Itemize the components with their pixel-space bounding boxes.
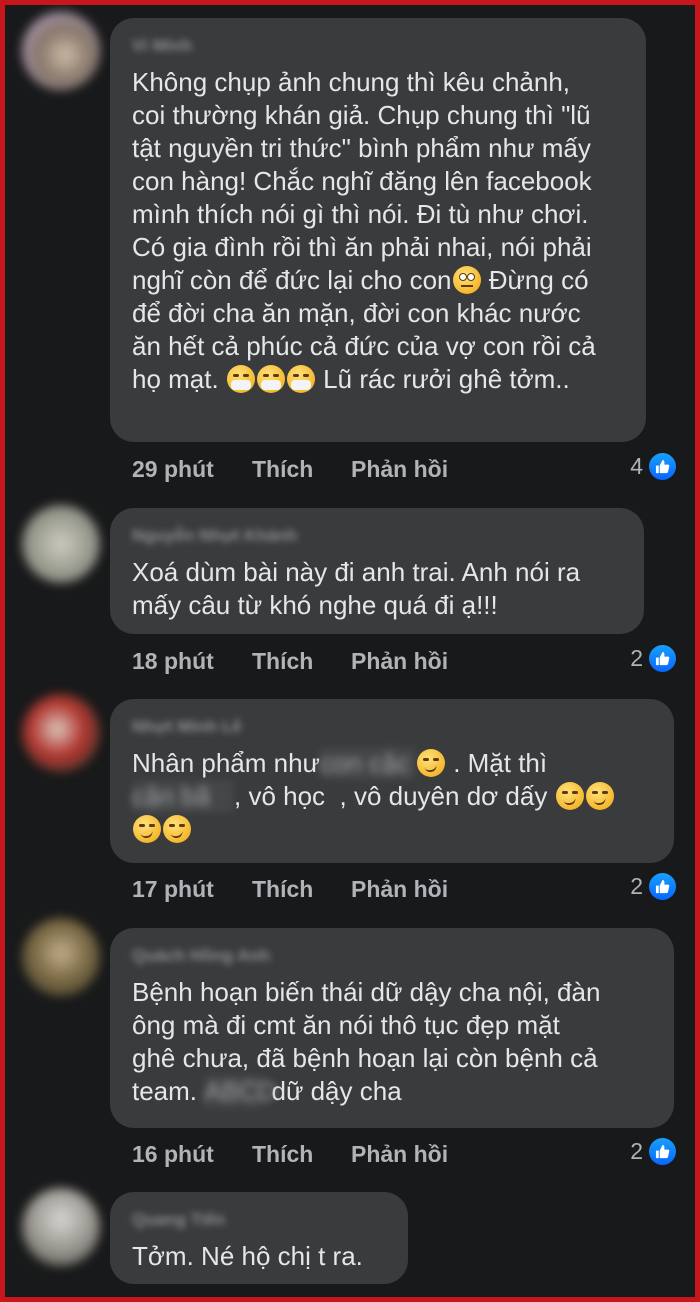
reaction-summary[interactable]: 4 [630,453,676,480]
smirk-emoji [585,782,614,810]
avatar[interactable] [22,918,100,996]
comment-author[interactable]: Nguyễn Nhựt Khánh [132,526,297,545]
reaction-count: 2 [630,1138,643,1164]
reaction-summary[interactable]: 2 [630,873,676,900]
avatar[interactable] [22,1188,100,1266]
eye-roll-emoji [452,266,481,294]
reply-button[interactable]: Phản hồi [351,648,448,675]
comment-timestamp[interactable]: 17 phút [132,876,214,903]
reply-button[interactable]: Phản hồi [351,456,448,483]
comment-text: Không chụp ảnh chung thì kêu chảnh, coi … [132,67,596,394]
like-icon [649,873,676,900]
comment-bubble: Nhựt Minh Lê Nhân phẩm nhưcon cặc . Mặt … [110,699,674,863]
reply-button[interactable]: Phản hồi [351,1141,448,1168]
smirk-emoji [163,815,191,843]
mask-emoji [286,365,315,393]
reaction-count: 2 [630,645,643,671]
comment-timestamp[interactable]: 16 phút [132,1141,214,1168]
comment-bubble: Vi Minh Không chụp ảnh chung thì kêu chả… [110,18,646,442]
comment-timestamp[interactable]: 18 phút [132,648,214,675]
comment-text: Xoá dùm bài này đi anh trai. Anh nói ra … [132,557,581,620]
comment-author[interactable]: Quách Hồng Anh [132,946,270,965]
comment-author[interactable]: Quang Tiến [132,1210,225,1229]
like-button[interactable]: Thích [252,456,313,483]
like-button[interactable]: Thích [252,648,313,675]
smirk-emoji [416,749,445,777]
reaction-summary[interactable]: 2 [630,1138,676,1165]
reaction-count: 2 [630,873,643,899]
comment-text: Bệnh hoạn biến thái dữ dậy cha nội, đàn … [132,977,601,1108]
comment-bubble: Nguyễn Nhựt Khánh Xoá dùm bài này đi anh… [110,508,644,634]
smirk-emoji [555,782,584,810]
mask-emoji [256,365,285,393]
reaction-count: 4 [630,453,643,479]
redacted-text: con cặc [319,747,416,780]
comment-text: Tởm. Né hộ chị t ra. [132,1241,363,1271]
comment-bubble: Quang Tiến Tởm. Né hộ chị t ra. [110,1192,408,1284]
redacted-text: cặn bã [132,780,234,813]
mask-emoji [226,365,255,393]
like-icon [649,1138,676,1165]
comment-author[interactable]: Nhựt Minh Lê [132,717,242,736]
like-button[interactable]: Thích [252,876,313,903]
avatar[interactable] [22,694,100,772]
avatar[interactable] [22,12,100,90]
like-button[interactable]: Thích [252,1141,313,1168]
reaction-summary[interactable]: 2 [630,645,676,672]
smirk-emoji [133,815,161,843]
like-icon [649,645,676,672]
comment-timestamp[interactable]: 29 phút [132,456,214,483]
avatar[interactable] [22,505,100,583]
comment-text: Nhân phẩm nhưcon cặc . Mặt thì cặn bã, v… [132,747,656,846]
like-icon [649,453,676,480]
comment-author[interactable]: Vi Minh [132,36,192,55]
reply-button[interactable]: Phản hồi [351,876,448,903]
redacted-text: ABCD [204,1075,277,1108]
comment-bubble: Quách Hồng Anh Bệnh hoạn biến thái dữ dậ… [110,928,674,1128]
